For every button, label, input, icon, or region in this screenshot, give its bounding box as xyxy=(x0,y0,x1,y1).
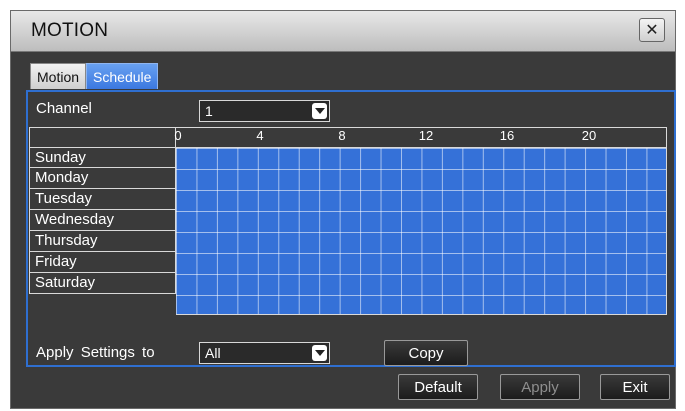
dialog-title: MOTION xyxy=(31,20,109,41)
hour-label: 12 xyxy=(418,128,434,143)
day-label-tuesday: Tuesday xyxy=(29,189,176,210)
hour-label: 8 xyxy=(338,128,346,143)
hour-label: 16 xyxy=(499,128,515,143)
grid-corner xyxy=(29,127,176,147)
hour-label: 4 xyxy=(256,128,264,143)
day-column: Sunday Monday Tuesday Wednesday Thursday… xyxy=(29,147,176,294)
exit-button[interactable]: Exit xyxy=(600,374,670,400)
schedule-cells[interactable] xyxy=(176,147,667,315)
channel-value: 1 xyxy=(205,103,213,119)
day-label-wednesday: Wednesday xyxy=(29,210,176,231)
chevron-down-icon xyxy=(312,103,327,119)
hour-label: 20 xyxy=(581,128,597,143)
close-icon: ✕ xyxy=(645,22,659,39)
close-button[interactable]: ✕ xyxy=(639,18,665,42)
channel-label: Channel xyxy=(36,100,92,117)
copy-button[interactable]: Copy xyxy=(384,340,468,366)
channel-select[interactable]: 1 xyxy=(199,100,330,122)
day-label-sunday: Sunday xyxy=(29,147,176,168)
hour-header: 0 4 8 12 16 20 xyxy=(174,127,667,147)
apply-settings-value: All xyxy=(205,345,221,361)
day-label-friday: Friday xyxy=(29,252,176,273)
tab-strip: Motion Schedule xyxy=(30,63,159,89)
tab-schedule[interactable]: Schedule xyxy=(86,63,159,89)
day-label-thursday: Thursday xyxy=(29,231,176,252)
chevron-down-icon xyxy=(312,345,327,361)
title-bar: MOTION ✕ xyxy=(11,11,675,52)
tab-motion[interactable]: Motion xyxy=(30,63,87,89)
apply-button[interactable]: Apply xyxy=(500,374,580,400)
apply-settings-label: Apply Settings to xyxy=(36,344,155,361)
apply-settings-select[interactable]: All xyxy=(199,342,330,364)
default-button[interactable]: Default xyxy=(398,374,478,400)
day-label-saturday: Saturday xyxy=(29,273,176,294)
day-label-monday: Monday xyxy=(29,168,176,189)
hour-label: 0 xyxy=(174,128,182,143)
